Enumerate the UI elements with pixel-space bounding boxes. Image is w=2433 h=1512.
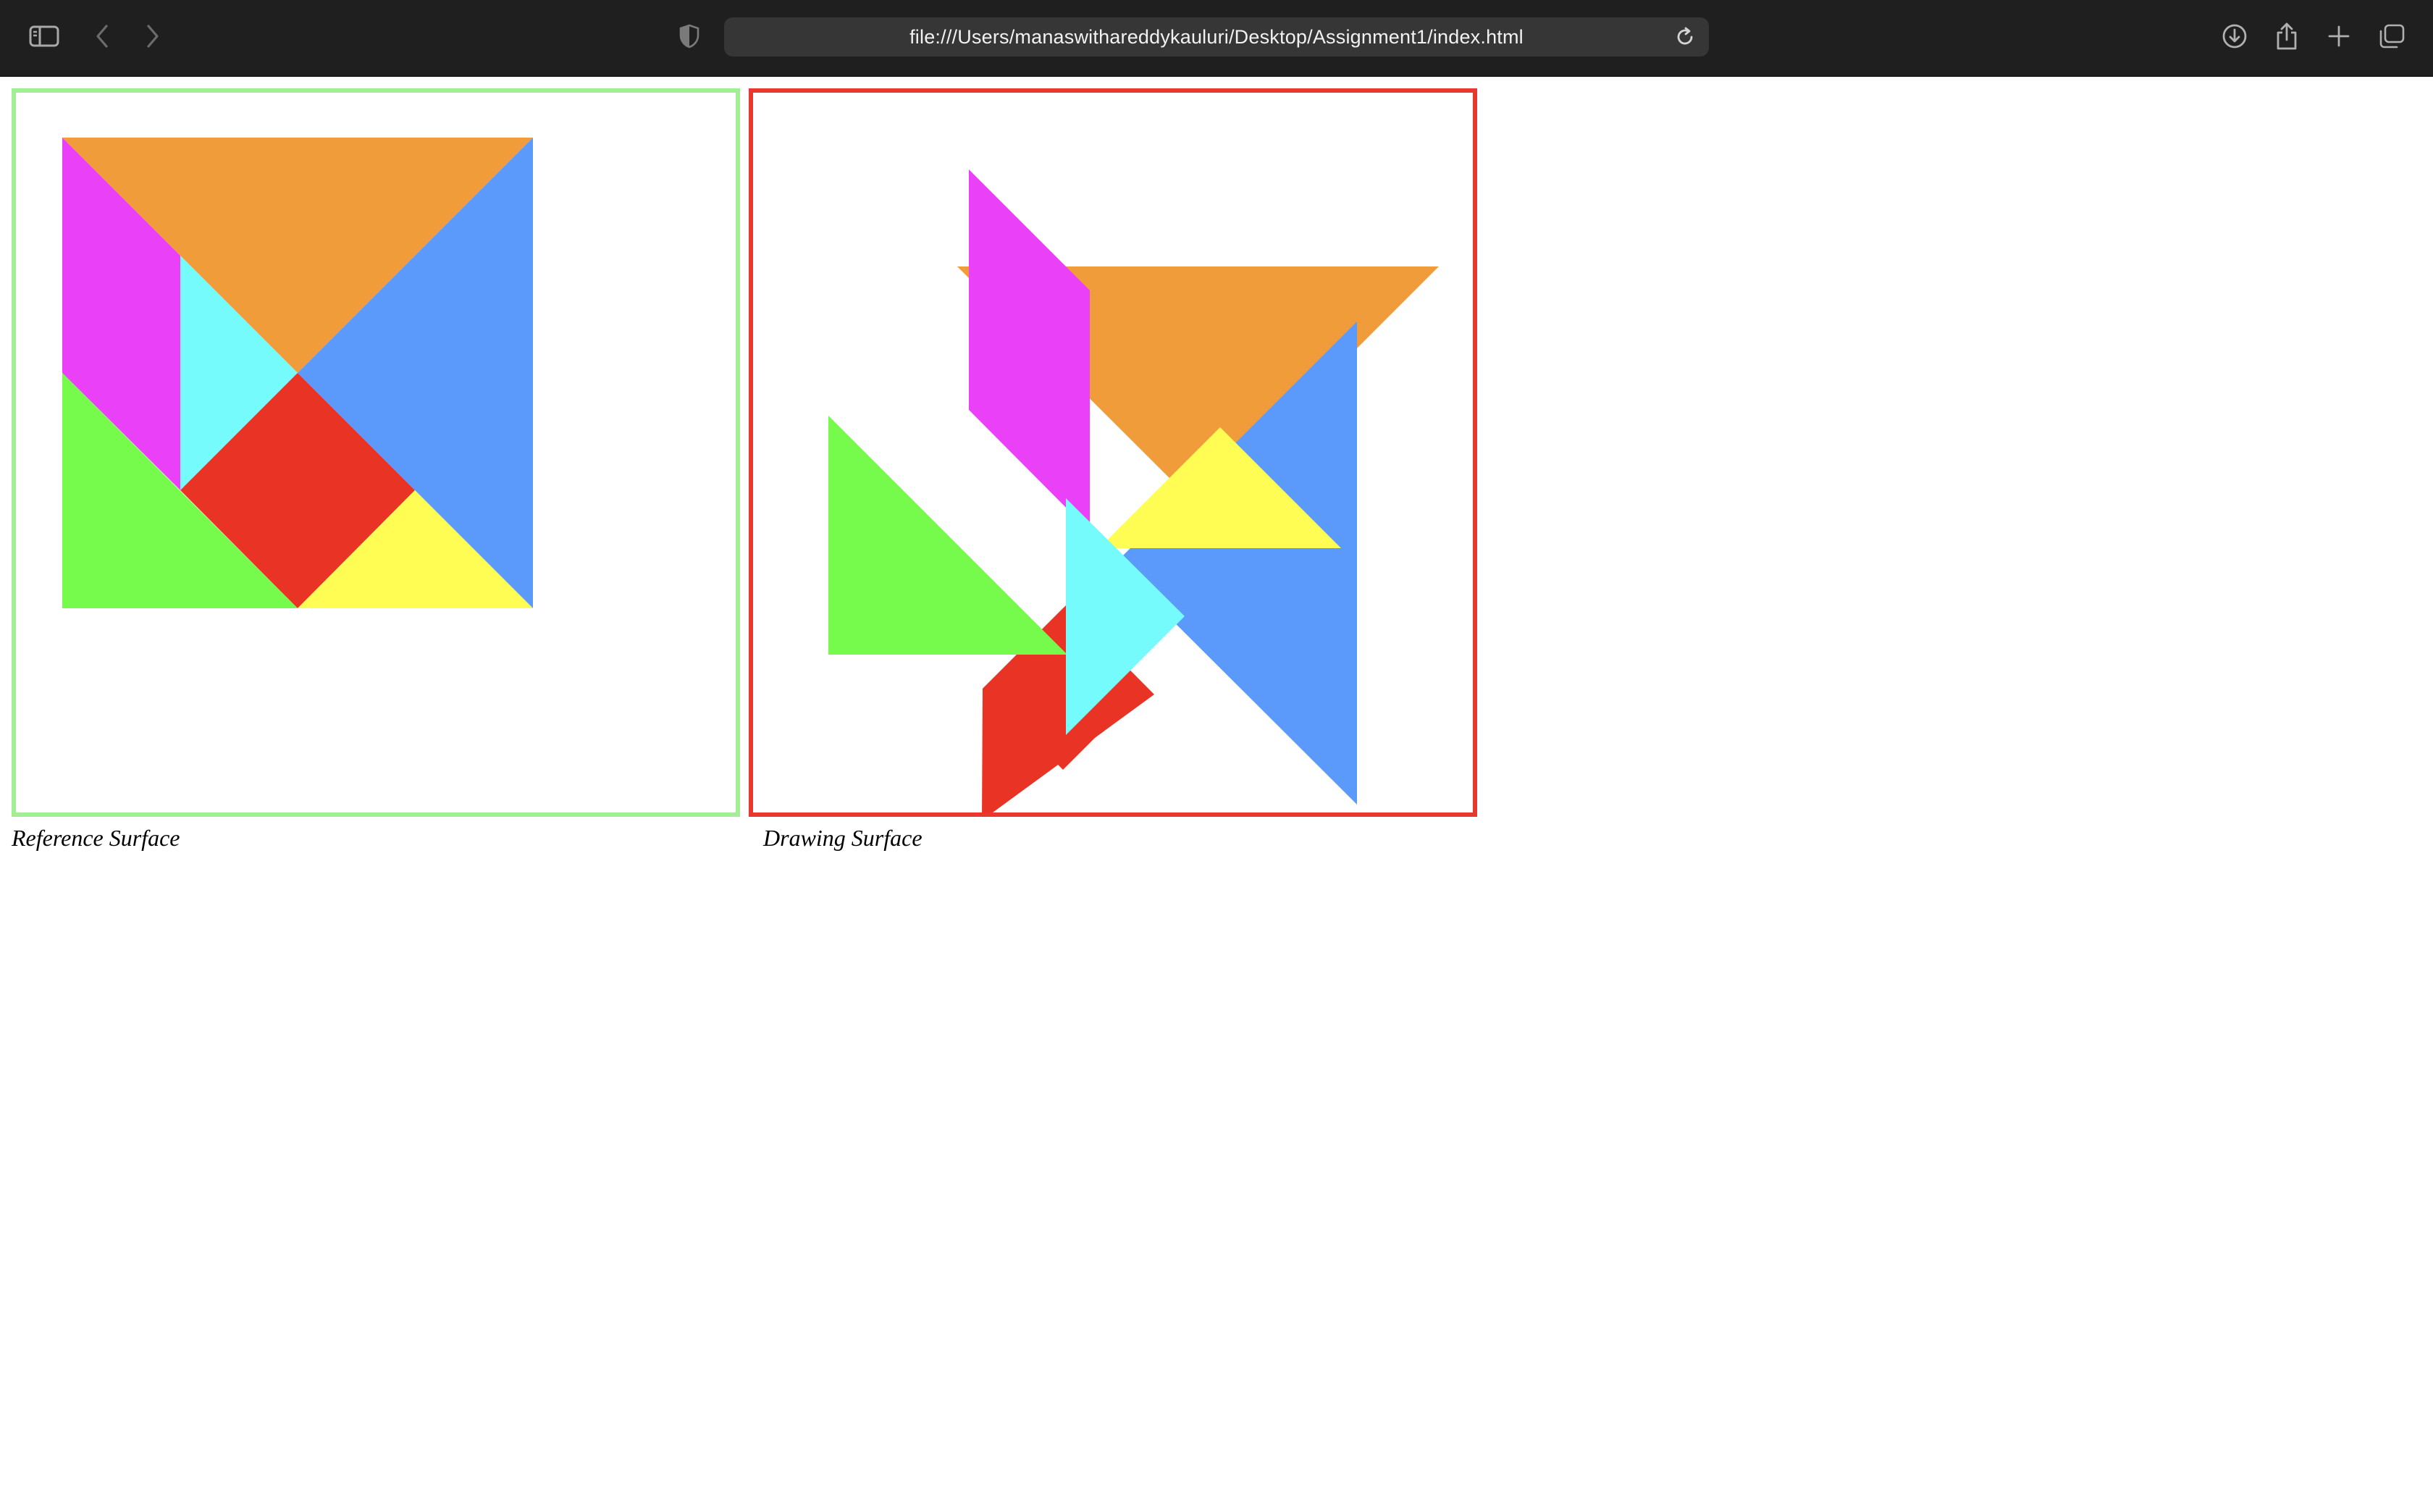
drawing-caption: Drawing Surface — [763, 825, 923, 851]
page-content: Reference Surface Drawing Surface — [0, 77, 2433, 1512]
plus-icon[interactable] — [2324, 17, 2353, 55]
reference-canvas — [62, 138, 533, 608]
url-text[interactable]: file:///Users/manaswithareddykauluri/Des… — [724, 17, 1709, 56]
sidebar-icon[interactable] — [28, 17, 61, 55]
download-icon[interactable] — [2220, 17, 2249, 55]
reference-caption: Reference Surface — [12, 825, 180, 851]
drawing-canvas[interactable] — [753, 93, 1473, 812]
chevron-left-icon[interactable] — [91, 17, 113, 55]
reference-surface — [12, 88, 740, 817]
drawing-surface[interactable] — [749, 88, 1477, 817]
address-bar[interactable]: file:///Users/manaswithareddykauluri/Des… — [724, 17, 1709, 56]
magenta-parallelogram[interactable] — [969, 169, 1090, 532]
shield-icon[interactable] — [678, 17, 701, 55]
share-icon[interactable] — [2272, 17, 2301, 55]
browser-toolbar: file:///Users/manaswithareddykauluri/Des… — [0, 0, 2433, 77]
chevron-right-icon[interactable] — [142, 17, 164, 55]
tab-overview-icon[interactable] — [2377, 17, 2407, 55]
reload-icon[interactable] — [1674, 26, 1696, 48]
